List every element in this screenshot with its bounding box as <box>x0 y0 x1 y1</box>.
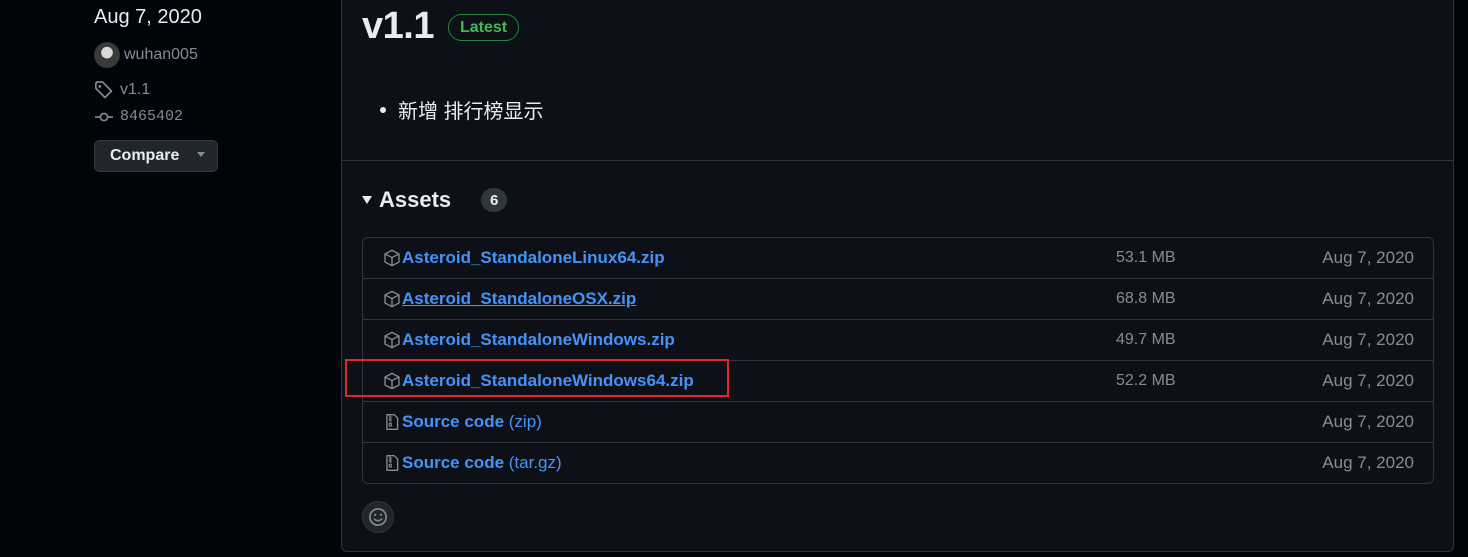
release-notes: 新增 排行榜显示 <box>380 95 544 124</box>
tag-label[interactable]: v1.1 <box>120 81 150 99</box>
asset-date: Aug 7, 2020 <box>1322 412 1414 431</box>
assets-toggle[interactable]: Assets 6 <box>362 187 508 213</box>
asset-link[interactable]: Asteroid_StandaloneWindows.zip <box>402 330 675 350</box>
avatar[interactable] <box>94 42 120 68</box>
caret-down-icon <box>362 196 372 204</box>
package-icon <box>384 290 400 308</box>
assets-list: Asteroid_StandaloneLinux64.zip 53.1 MB A… <box>362 237 1434 484</box>
asset-row: Asteroid_StandaloneWindows.zip 49.7 MB A… <box>363 319 1433 360</box>
asset-date: Aug 7, 2020 <box>1322 248 1414 267</box>
package-icon <box>384 331 400 349</box>
commit-icon <box>95 112 113 121</box>
tag-icon <box>95 81 113 99</box>
release-title[interactable]: v1.1 <box>362 5 434 48</box>
asset-row: Asteroid_StandaloneWindows64.zip 52.2 MB… <box>363 360 1433 401</box>
release-commit[interactable]: 8465402 <box>94 108 183 125</box>
asset-link[interactable]: Asteroid_StandaloneLinux64.zip <box>402 248 665 268</box>
asset-date: Aug 7, 2020 <box>1322 289 1414 308</box>
file-zip-icon <box>386 455 399 471</box>
asset-size: 68.8 MB <box>1116 290 1176 307</box>
asset-size: 49.7 MB <box>1116 331 1176 348</box>
compare-button[interactable]: Compare <box>94 140 218 172</box>
asset-row: Asteroid_StandaloneLinux64.zip 53.1 MB A… <box>363 238 1433 278</box>
file-zip-icon <box>386 414 399 430</box>
asset-date: Aug 7, 2020 <box>1322 453 1414 472</box>
asset-size: 52.2 MB <box>1116 372 1176 389</box>
release-tag[interactable]: v1.1 <box>94 80 150 100</box>
chevron-down-icon <box>197 151 206 157</box>
latest-badge: Latest <box>448 14 520 41</box>
asset-link[interactable]: Asteroid_StandaloneWindows64.zip <box>402 371 694 391</box>
asset-link[interactable]: Source code (zip) <box>402 412 542 432</box>
smiley-icon <box>369 508 387 526</box>
asset-link[interactable]: Asteroid_StandaloneOSX.zip <box>402 289 636 309</box>
commit-sha[interactable]: 8465402 <box>120 108 183 125</box>
asset-date: Aug 7, 2020 <box>1322 330 1414 349</box>
bullet-icon <box>380 106 386 113</box>
asset-row: Source code (tar.gz) Aug 7, 2020 <box>363 442 1433 483</box>
release-note-item: 新增 排行榜显示 <box>398 101 544 123</box>
package-icon <box>384 249 400 267</box>
add-reaction-button[interactable] <box>362 501 394 533</box>
asset-size: 53.1 MB <box>1116 249 1176 266</box>
assets-count-badge: 6 <box>481 188 508 212</box>
release-author[interactable]: wuhan005 <box>94 42 198 68</box>
author-name[interactable]: wuhan005 <box>124 46 198 64</box>
divider <box>342 160 1453 161</box>
asset-link[interactable]: Source code (tar.gz) <box>402 453 562 473</box>
asset-row: Asteroid_StandaloneOSX.zip 68.8 MB Aug 7… <box>363 278 1433 319</box>
compare-label: Compare <box>110 147 180 164</box>
asset-row: Source code (zip) Aug 7, 2020 <box>363 401 1433 442</box>
release-card: v1.1 Latest 新增 排行榜显示 Assets 6 Asteroid_S… <box>341 0 1454 552</box>
package-icon <box>384 372 400 390</box>
asset-date: Aug 7, 2020 <box>1322 371 1414 390</box>
assets-heading: Assets <box>379 187 452 212</box>
release-date: Aug 7, 2020 <box>94 6 202 28</box>
